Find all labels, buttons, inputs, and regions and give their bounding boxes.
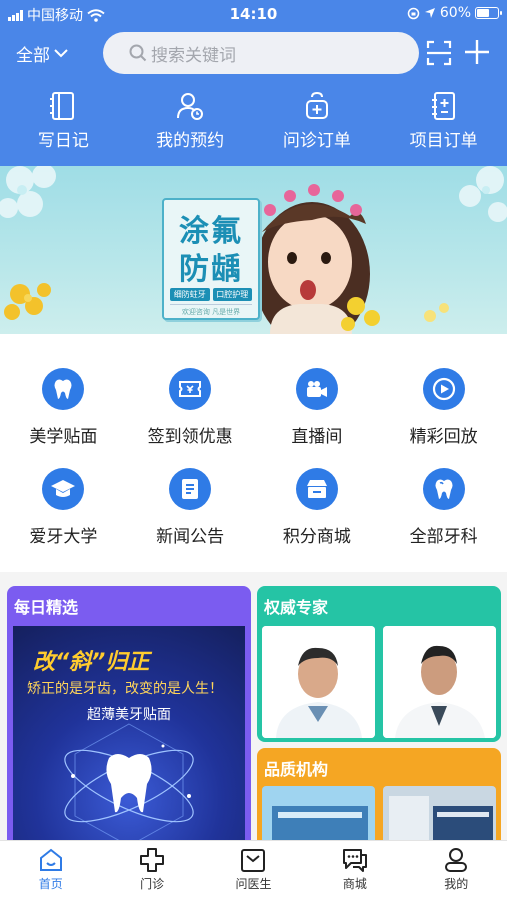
bottom-tab-bar: 首页 门诊 问医生 商城 我的 (0, 840, 507, 900)
institution-photo[interactable] (383, 786, 496, 848)
institution-photo[interactable] (262, 786, 375, 848)
scan-icon[interactable] (426, 40, 452, 66)
expert-photo[interactable] (383, 626, 496, 738)
service-dental-university[interactable]: 爱牙大学 (0, 468, 127, 547)
expert-photo[interactable] (262, 626, 375, 738)
tab-profile[interactable]: 我的 (406, 841, 507, 900)
doctor-portrait (262, 626, 375, 738)
service-replay[interactable]: 精彩回放 (380, 368, 507, 447)
quick-action-project-order[interactable]: 项目订单 (380, 90, 507, 154)
service-news[interactable]: 新闻公告 (127, 468, 254, 547)
service-label: 全部牙科 (409, 527, 478, 547)
home-icon (39, 848, 62, 871)
coupon-icon (169, 368, 212, 410)
quick-action-label: 写日记 (37, 131, 89, 151)
tab-label: 我的 (444, 877, 469, 891)
tab-ask-doctor[interactable]: 问医生 (203, 841, 304, 900)
promo-banner[interactable]: 涂氟 防龋 细防蛀牙 口腔护理 欢迎咨询 凡是世界 (0, 166, 507, 334)
tooth-orbit-graphic (64, 723, 194, 846)
quick-action-label: 问诊订单 (282, 131, 351, 151)
service-points-mall[interactable]: 积分商城 (254, 468, 381, 547)
banner-title-line2: 防龋 (179, 252, 243, 287)
feature-cards: 每日精选 改“斜”归正 矫正的是牙齿，改变的是人生！ 超薄美牙贴面 权威专家 品… (0, 572, 507, 848)
quick-actions: 写日记 我的预约 问诊订单 项目订单 (0, 90, 507, 154)
tab-label: 门诊 (140, 877, 165, 891)
banner-footer: 欢迎咨询 凡是世界 (170, 304, 252, 317)
project-order-icon (431, 90, 457, 122)
service-label: 签到领优惠 (147, 427, 233, 447)
live-camera-icon (295, 368, 338, 410)
daily-picks-card[interactable]: 每日精选 改“斜”归正 矫正的是牙齿，改变的是人生！ 超薄美牙贴面 (7, 586, 251, 846)
service-checkin-coupon[interactable]: 签到领优惠 (127, 368, 254, 447)
tab-mall[interactable]: 商城 (304, 841, 405, 900)
profile-icon (445, 848, 468, 872)
service-label: 爱牙大学 (29, 527, 98, 547)
tab-label: 首页 (38, 877, 63, 891)
tab-label: 问医生 (235, 877, 272, 891)
all-dental-icon (422, 468, 465, 510)
status-bar: 中国移动 14:10 60% (0, 0, 507, 28)
region-selector[interactable]: 全部 (16, 41, 68, 66)
mall-icon (342, 849, 367, 872)
location-arrow-icon (424, 8, 435, 18)
institutions-card[interactable]: 品质机构 (257, 748, 501, 848)
service-label: 直播间 (291, 427, 343, 447)
service-all-dental[interactable]: 全部牙科 (380, 468, 507, 547)
diary-icon (50, 90, 76, 122)
service-label: 美学贴面 (29, 427, 98, 447)
tooth-icon (42, 368, 85, 410)
replay-icon (422, 368, 465, 410)
tab-clinic[interactable]: 门诊 (101, 841, 202, 900)
graduation-cap-icon (42, 468, 85, 510)
search-placeholder: 搜索关键词 (151, 45, 236, 66)
experts-card[interactable]: 权威专家 (257, 586, 501, 742)
service-label: 精彩回放 (409, 427, 478, 447)
banner-tag: 口腔护理 (212, 288, 252, 301)
doctor-portrait (383, 626, 496, 738)
service-label: 新闻公告 (156, 527, 225, 547)
quick-action-consult-order[interactable]: 问诊订单 (254, 90, 381, 154)
search-icon (129, 44, 147, 62)
consult-order-icon (304, 90, 330, 122)
quick-action-label: 我的预约 (156, 131, 225, 151)
search-input[interactable]: 搜索关键词 (103, 32, 419, 74)
chevron-down-icon (54, 49, 68, 58)
news-icon (169, 468, 212, 510)
card-title: 每日精选 (14, 598, 79, 617)
card-title: 权威专家 (264, 598, 329, 617)
battery-percent: 60% (439, 5, 471, 21)
clinic-building-image (383, 786, 496, 848)
battery-icon (475, 7, 502, 19)
service-label: 积分商城 (282, 527, 351, 547)
clinic-icon (140, 848, 165, 872)
region-label: 全部 (16, 46, 50, 66)
ask-doctor-icon (241, 849, 266, 872)
daily-poster[interactable]: 改“斜”归正 矫正的是牙齿，改变的是人生！ 超薄美牙贴面 (13, 626, 245, 846)
tab-home[interactable]: 首页 (0, 841, 101, 900)
card-title: 品质机构 (264, 760, 329, 779)
rotation-lock-icon (407, 7, 420, 19)
service-live-room[interactable]: 直播间 (254, 368, 381, 447)
clinic-building-image (262, 786, 375, 848)
points-mall-icon (295, 468, 338, 510)
app-header: 中国移动 14:10 60% 全部 搜索关键词 写日记 我的预约 问诊订单 项目… (0, 0, 507, 166)
plus-icon[interactable] (463, 38, 491, 66)
appointment-icon (176, 90, 204, 122)
quick-action-appointment[interactable]: 我的预约 (127, 90, 254, 154)
quick-action-diary[interactable]: 写日记 (0, 90, 127, 154)
top-bar: 全部 搜索关键词 (0, 30, 507, 76)
tab-label: 商城 (342, 877, 367, 891)
quick-action-label: 项目订单 (409, 131, 478, 151)
service-aesthetic-veneer[interactable]: 美学贴面 (0, 368, 127, 447)
services-grid: 美学贴面 签到领优惠 直播间 精彩回放 爱牙大学 新闻公告 积分商城 全部牙科 (0, 334, 507, 572)
banner-tag: 细防蛀牙 (170, 288, 210, 301)
banner-title-card: 涂氟 防龋 细防蛀牙 口腔护理 欢迎咨询 凡是世界 (162, 198, 260, 320)
